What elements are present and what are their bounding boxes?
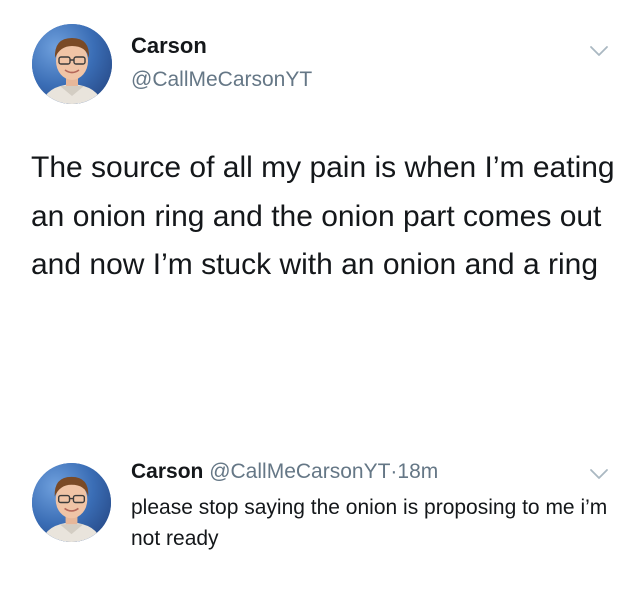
tweet-text: The source of all my pain is when I’m ea… (31, 151, 615, 281)
profile-photo-icon (32, 24, 112, 104)
avatar[interactable] (32, 24, 112, 104)
profile-photo-icon (32, 463, 111, 542)
reply-text: please stop saying the onion is proposin… (131, 496, 608, 550)
reply-header: Carson @CallMeCarsonYT·18m (131, 460, 438, 484)
chevron-down-icon[interactable] (589, 467, 609, 481)
username-handle[interactable]: @CallMeCarsonYT (131, 68, 312, 92)
display-name[interactable]: Carson (131, 33, 207, 59)
timestamp[interactable]: 18m (397, 460, 438, 483)
chevron-down-icon[interactable] (589, 44, 609, 58)
avatar[interactable] (32, 463, 111, 542)
display-name[interactable]: Carson (131, 460, 203, 483)
username-handle[interactable]: @CallMeCarsonYT (209, 460, 390, 483)
